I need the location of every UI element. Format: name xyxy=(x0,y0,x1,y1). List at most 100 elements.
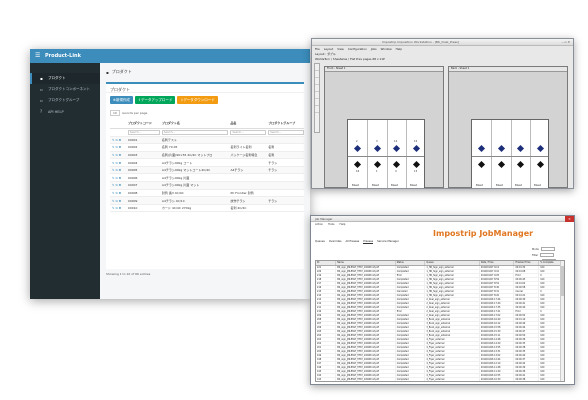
table-row[interactable]: ✎⧉✖ 00004 A4チラシ90kg コート チラシ xyxy=(110,158,304,167)
row-actions[interactable]: ✎⧉✖ xyxy=(110,189,126,198)
row-actions[interactable]: ✎⧉✖ xyxy=(110,196,126,205)
tab-item[interactable]: Overrides xyxy=(329,240,342,244)
sheet-preview[interactable]: 2 3 14 15 16 1 4 13 Bleed Bleed Bleed Bl… xyxy=(347,119,425,188)
sidebar-item-api-help[interactable]: ? API HELP xyxy=(30,106,100,117)
column-header-name[interactable]: プロダクト名 xyxy=(159,118,229,129)
table-row[interactable]: ✎⧉✖ 00008 封筒 長3 4C/4C PC Frontier 封筒 xyxy=(110,189,304,198)
row-actions[interactable]: ✎⧉✖ xyxy=(110,143,126,152)
row-actions[interactable]: ✎⧉✖ xyxy=(110,173,126,183)
menu-item[interactable]: Help xyxy=(340,223,346,226)
pointer-tool-icon[interactable] xyxy=(315,64,319,71)
close-icon[interactable]: ✕ xyxy=(565,216,574,222)
scrollbar-thumb[interactable] xyxy=(561,266,564,296)
row-actions[interactable]: ✎⧉✖ xyxy=(110,204,126,213)
menu-item[interactable]: Tools xyxy=(328,223,334,226)
sheet-preview[interactable]: Bleed Bleed Bleed Bleed xyxy=(471,119,549,188)
crop-tool-icon[interactable] xyxy=(315,99,319,106)
delete-icon[interactable]: ✖ xyxy=(119,138,123,142)
menu-item[interactable]: Jobs xyxy=(371,47,377,51)
mark-tool-icon[interactable] xyxy=(315,85,319,92)
column-line xyxy=(491,120,492,188)
column-header-code[interactable]: プロダクトコード xyxy=(125,118,160,129)
table-row[interactable]: ✎⧉✖ 00002 名刺 Y0.05 名刺ライト名刺 名刺 xyxy=(110,143,304,152)
download-button[interactable]: ⇩ データダウンロード xyxy=(177,96,218,104)
row-actions[interactable]: ✎⧉✖ xyxy=(110,136,126,145)
zoom-tool-icon[interactable] xyxy=(315,78,319,85)
delete-icon[interactable]: ✖ xyxy=(119,145,123,149)
filter-dropdown[interactable] xyxy=(540,253,555,257)
registration-mark-icon xyxy=(353,144,362,153)
row-actions[interactable]: ✎⧉✖ xyxy=(110,158,126,167)
cell-item xyxy=(228,158,267,167)
table-row[interactable]: ✎⧉✖ 00005 A4チラシ90kg マットコート4C/4C A4チラシ チラシ xyxy=(110,166,304,175)
new-button[interactable]: ⊕ 新規作成 xyxy=(110,96,133,104)
table-row[interactable]: ✎⧉✖ 00007 A4チラシ90kg 片面 マット xyxy=(110,181,304,190)
column-header-item[interactable]: 品名 xyxy=(228,118,267,129)
registration-mark-icon xyxy=(353,160,362,169)
front-sheet-panel[interactable]: Front - Sheet 1 2 3 14 15 16 1 4 13 Blee… xyxy=(324,66,444,188)
app-brand[interactable]: Product-Link xyxy=(45,53,81,59)
text-tool-icon[interactable] xyxy=(315,92,319,99)
delete-icon[interactable]: ✖ xyxy=(119,168,123,172)
main-content: ▪ プロダクト プロダクト ⊕ 新規作成 ⇧ データアップロード ⇩ データダウ… xyxy=(100,63,310,299)
column-header-group[interactable]: プロダクトグループ xyxy=(266,118,304,129)
sidebar-item-product-component[interactable]: ▫ プロダクトコンポーネント xyxy=(30,84,100,95)
table-row[interactable]: ✎⧉✖ 00001 名刺テスト xyxy=(110,136,304,145)
rotate-tool-icon[interactable] xyxy=(315,106,319,113)
delete-icon[interactable]: ✖ xyxy=(119,183,123,187)
vertical-toolbar[interactable] xyxy=(314,63,320,133)
breadcrumb: ▪ プロダクト xyxy=(106,67,304,77)
menu-item[interactable]: File xyxy=(315,47,320,51)
row-actions[interactable]: ✎⧉✖ xyxy=(110,181,126,190)
table-row[interactable]: ✎⧉✖ 00010 カード 4C/4C 270kg 名刺 4C/4C xyxy=(110,204,304,213)
move-tool-icon[interactable] xyxy=(315,71,319,78)
imposition-window: Impostrip Imposition Workstation - [BK_D… xyxy=(311,38,574,189)
table-row[interactable]: ✎⧉✖ 00006 A4チラシ90kg 片面 xyxy=(110,173,304,183)
mode-dropdown[interactable] xyxy=(540,247,555,251)
cell-item xyxy=(228,181,267,190)
sidebar-item-product-group[interactable]: ▫ プロダクトグループ xyxy=(30,95,100,106)
window-title-text: Job Manager xyxy=(315,216,333,221)
row-actions[interactable]: ✎⧉✖ xyxy=(110,151,126,160)
filter-name-input[interactable]: Search... xyxy=(161,129,229,135)
tab-item[interactable]: Queues xyxy=(315,240,325,244)
back-sheet-panel[interactable]: Back - Sheet 1 Bleed Bleed Bleed Bleed xyxy=(448,66,568,188)
row-actions[interactable]: ✎⧉✖ xyxy=(110,166,126,175)
tab-item[interactable]: Presses xyxy=(363,240,374,244)
delete-icon[interactable]: ✖ xyxy=(119,206,123,210)
cell-name: カード 4C/4C 270kg xyxy=(159,204,229,213)
vertical-scrollbar[interactable] xyxy=(560,261,564,381)
tab-item[interactable]: All Presses xyxy=(345,240,359,244)
job-cell: 2019/01/06 10:30 xyxy=(479,377,515,381)
breadcrumb-label[interactable]: プロダクト xyxy=(112,69,132,75)
filter-group-input[interactable]: Search... xyxy=(268,129,304,135)
menu-item[interactable]: Configuration xyxy=(348,47,367,51)
delete-icon[interactable]: ✖ xyxy=(119,199,123,203)
table-row[interactable]: ✎⧉✖ 00003 名刺(片面)90×55 4C/4C マットプロ パッケージ名刺特急… xyxy=(110,151,304,160)
delete-icon[interactable]: ✖ xyxy=(119,176,123,180)
filter-code-input[interactable]: Search... xyxy=(127,129,160,135)
delete-icon[interactable]: ✖ xyxy=(119,161,123,165)
window-controls[interactable]: ‒ ▫ ✕ xyxy=(562,40,570,44)
upload-button[interactable]: ⇧ データアップロード xyxy=(134,96,176,104)
menu-item[interactable]: Help xyxy=(396,47,402,51)
filter-item-input[interactable]: Search... xyxy=(230,129,267,135)
cell-code: 00009 xyxy=(125,196,160,205)
cell-item: PC Frontier 封筒 xyxy=(228,189,267,198)
menu-toggle-icon[interactable]: ☰ xyxy=(35,53,41,59)
delete-icon[interactable]: ✖ xyxy=(119,153,123,157)
table-row[interactable]: ✎⧉✖ 00009 A4チラシ 4C/1C 試作チラシ チラシ xyxy=(110,196,304,205)
sidebar-item-label: プロダクトグループ xyxy=(48,98,80,102)
job-row[interactable]: 193 BK_sign_JMLESST_TEST_1000Proof.pdf Com… xyxy=(316,377,564,381)
tab-item[interactable]: Service Manager xyxy=(377,240,399,244)
sidebar-item-product[interactable]: ▪ プロダクト xyxy=(30,73,100,84)
per-page-select[interactable]: 10 xyxy=(110,110,120,116)
delete-icon[interactable]: ✖ xyxy=(119,191,123,195)
cell-group: チラシ xyxy=(266,196,304,205)
filter-field: Filter xyxy=(532,253,556,257)
menu-item[interactable]: Action xyxy=(315,223,323,226)
menu-item[interactable]: View xyxy=(337,47,344,51)
menu-item[interactable]: Window xyxy=(381,47,392,51)
menu-item[interactable]: Layout xyxy=(324,47,334,51)
job-cell: Completed xyxy=(395,377,426,381)
